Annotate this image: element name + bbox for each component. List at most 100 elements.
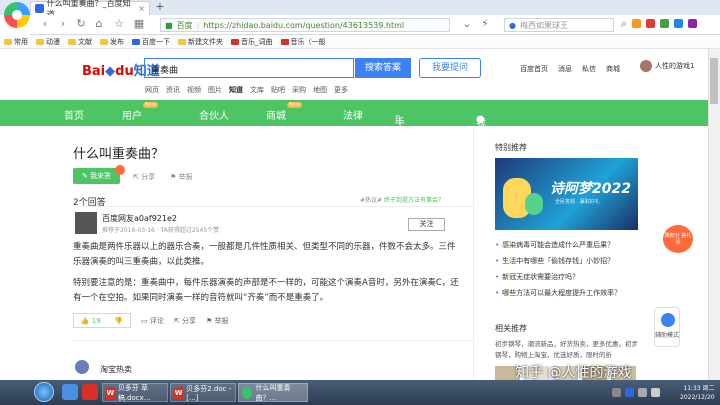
subnav-images[interactable]: 图片	[208, 85, 222, 95]
nav-user[interactable]: 用户	[122, 107, 142, 122]
username: 人性的游戏1	[655, 62, 695, 70]
browser-search-placeholder: 梅西如果球王	[519, 20, 568, 30]
system-tray	[612, 388, 660, 397]
divider	[73, 340, 473, 341]
bookmark-item[interactable]: 百度一下	[132, 37, 170, 47]
related-ad-text[interactable]: 初步钢琴，潮流新品，好货热卖，更多优惠。初步钢琴，购物上淘宝，优选好质，限时的折	[495, 339, 640, 361]
thumb-down-icon[interactable]: 👎	[114, 317, 123, 325]
bookmark-item[interactable]: 音乐_词曲	[231, 37, 273, 47]
link-baidu-home[interactable]: 百度首页	[520, 64, 548, 74]
extension-icon[interactable]	[674, 19, 683, 28]
browser-logo-icon[interactable]	[4, 2, 30, 28]
subnav-news[interactable]: 资讯	[166, 85, 180, 95]
promo-banner[interactable]: 诗阿梦2022 全民答题 · 赢取好礼	[495, 158, 638, 230]
hot-topic-hint[interactable]: #热议# 终于到提方法有事会？	[360, 195, 444, 204]
network-icon[interactable]	[651, 388, 660, 397]
related-title: 相关推荐	[495, 324, 527, 333]
share-link[interactable]: ⇱ 分享	[133, 172, 155, 182]
bookmark-item[interactable]: 新建文件夹	[178, 37, 223, 47]
bookmark-item[interactable]: 文献	[68, 37, 92, 47]
nav-home[interactable]: 首页	[64, 107, 84, 122]
extension-icon[interactable]	[660, 19, 669, 28]
search-answer-button[interactable]: 搜索答案	[355, 58, 411, 78]
nav-mall[interactable]: 商城	[266, 107, 286, 122]
link-mall[interactable]: 商城	[606, 64, 620, 74]
extension-icon[interactable]	[688, 19, 697, 28]
subnav-wenku[interactable]: 文库	[250, 85, 264, 95]
bookmark-item[interactable]: 动漫	[36, 37, 60, 47]
avatar[interactable]	[75, 212, 97, 234]
lock-icon: ■	[165, 20, 173, 30]
bookmark-item[interactable]: 发布	[100, 37, 124, 47]
wps-icon[interactable]	[82, 384, 98, 400]
tab-close-icon[interactable]: ×	[138, 4, 145, 13]
extension-icon[interactable]	[632, 19, 641, 28]
user-menu[interactable]: 人性的游戏1	[640, 60, 694, 72]
ask-question-button[interactable]: 我要提问	[419, 58, 481, 78]
subnav-more[interactable]: 更多	[334, 85, 348, 95]
tray-icon[interactable]	[625, 388, 634, 397]
back-icon[interactable]: ‹	[38, 17, 52, 31]
clock[interactable]: 11:33 周二 2022/12/20	[680, 384, 715, 402]
volume-icon[interactable]	[638, 388, 647, 397]
url-bar[interactable]: ■ 百度 | https://zhidao.baidu.com/question…	[160, 18, 450, 32]
scrollbar-thumb[interactable]	[710, 58, 718, 104]
reload-icon[interactable]: ↻	[74, 17, 88, 31]
banner-subtitle: 全民答题 · 赢取好礼	[555, 199, 600, 205]
subnav-zhidao[interactable]: 知道	[229, 85, 243, 95]
like-box: 👍 19 👎	[73, 313, 131, 328]
earn-points-float[interactable]: 赚积分 换礼品	[663, 225, 693, 253]
dropdown-icon[interactable]: ⌄	[460, 17, 474, 31]
follow-button[interactable]: 关注	[408, 218, 445, 231]
nav-law[interactable]: 法律	[343, 107, 363, 122]
answer-button[interactable]: ✎ 我来答	[73, 168, 120, 184]
search-icon[interactable]: ⌕	[617, 17, 631, 31]
thumb-up-icon[interactable]: 👍 19	[81, 317, 101, 325]
link-private-messages[interactable]: 私信	[582, 64, 596, 74]
search-input[interactable]: 重奏曲	[144, 58, 354, 78]
recommend-item[interactable]: • 生活中有哪些「偷钱存钱」小妙招？	[495, 256, 614, 266]
browser-search-box[interactable]: ● 梅西如果球王	[504, 18, 614, 32]
recommend-item[interactable]: • 哪些方法可以最大程度提升工作效率？	[495, 288, 621, 298]
forward-icon[interactable]: ›	[56, 17, 70, 31]
explorer-icon[interactable]	[62, 384, 78, 400]
assist-icon	[661, 313, 675, 327]
browser-tab-active[interactable]: 什么叫重奏曲？_百度知道 ×	[30, 0, 150, 19]
start-button[interactable]	[34, 382, 54, 402]
subnav-web[interactable]: 网页	[145, 85, 159, 95]
home-icon[interactable]: ⌂	[92, 17, 106, 31]
baidu-paw-icon	[35, 4, 44, 13]
comment-link[interactable]: ▭ 评论	[141, 316, 164, 326]
answer-author[interactable]: 淘宝热卖	[100, 364, 132, 375]
subnav-purchase[interactable]: 采购	[292, 85, 306, 95]
bookmark-item[interactable]: 常用	[4, 37, 28, 47]
share-link[interactable]: ⇱ 分享	[174, 316, 196, 326]
music-icon	[280, 38, 289, 45]
subnav-tieba[interactable]: 贴吧	[271, 85, 285, 95]
bookmark-icon[interactable]: ☆	[112, 17, 126, 31]
speed-icon[interactable]: ⚡	[478, 17, 492, 31]
taskbar-item-doc1[interactable]: W 贝多芬 草稿.docx...	[102, 383, 168, 402]
nav-partner[interactable]: 合伙人	[199, 107, 229, 122]
report-link[interactable]: ⚑ 举报	[170, 172, 193, 182]
link-messages[interactable]: 消息	[558, 64, 572, 74]
bookmark-item[interactable]: 音乐（一般	[280, 37, 326, 47]
recommend-item[interactable]: • 新冠无症状需要治疗吗？	[495, 272, 579, 282]
new-tab-button[interactable]: +	[153, 1, 167, 14]
search-engine-icon: ●	[509, 20, 516, 30]
answer-author[interactable]: 百度网友a0af921e2	[102, 213, 177, 224]
game-icon[interactable]	[646, 19, 655, 28]
taskbar-item-doc2[interactable]: W 贝多芬2.doc - [...]	[170, 383, 236, 402]
music-icon	[231, 38, 239, 45]
grid-icon[interactable]: ▦	[132, 17, 146, 31]
subnav-video[interactable]: 视频	[187, 85, 201, 95]
assist-mode-float[interactable]: 辅助模式	[654, 307, 680, 347]
recommend-item[interactable]: • 感染病毒可能会造成什么严重后果？	[495, 240, 614, 250]
tray-icon[interactable]	[612, 388, 621, 397]
subnav-map[interactable]: 地图	[313, 85, 327, 95]
taskbar-item-browser[interactable]: 什么叫重奏曲？...	[238, 383, 308, 402]
sidebar-title: 特别推荐	[495, 143, 527, 152]
folder-icon	[68, 38, 76, 45]
report-link[interactable]: ⚑ 举报	[206, 316, 229, 326]
avatar[interactable]	[75, 360, 89, 374]
